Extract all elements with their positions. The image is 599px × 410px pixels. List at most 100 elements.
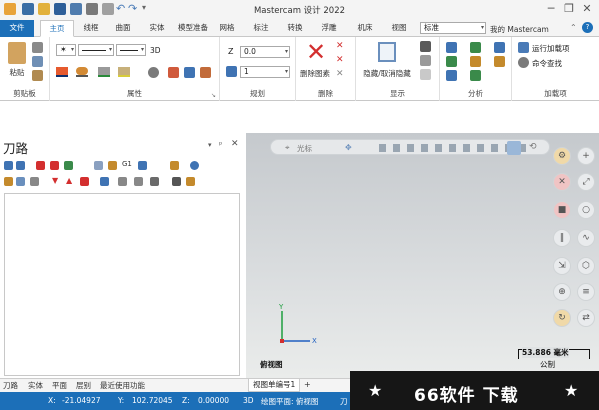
help-icon[interactable]: ? xyxy=(582,22,593,33)
highfeed-icon[interactable] xyxy=(138,161,147,170)
view-spline-icon[interactable]: ∿ xyxy=(577,229,595,247)
analyze-chain-icon[interactable] xyxy=(494,56,505,67)
run-addin-icon[interactable] xyxy=(518,42,529,53)
display-options-icon[interactable] xyxy=(134,177,143,186)
view-plus-icon[interactable]: + xyxy=(577,147,595,165)
view-solid-icon[interactable]: ⬡ xyxy=(577,257,595,275)
tab-toolpaths[interactable]: 刀路 xyxy=(3,380,18,391)
ribbon-collapse-icon[interactable]: ⌃ xyxy=(570,23,577,32)
view-stop-icon[interactable]: ■ xyxy=(553,201,571,219)
mode-3d[interactable]: 3D xyxy=(243,396,254,405)
undelete-icon[interactable]: ✕ xyxy=(336,69,344,79)
panel-menu-icon[interactable]: ▾ xyxy=(208,141,212,149)
add-viewsheet-button[interactable]: + xyxy=(304,380,311,389)
tab-home[interactable]: 主页 xyxy=(40,20,74,37)
level-combo[interactable]: 1 ▾ xyxy=(240,66,290,78)
analyze-angle-icon[interactable] xyxy=(446,56,457,67)
cut-icon[interactable] xyxy=(32,42,43,53)
scroll-to-insert-icon[interactable] xyxy=(100,177,109,186)
tab-surfaces[interactable]: 曲面 xyxy=(110,20,136,37)
tab-solids-panel[interactable]: 实体 xyxy=(28,380,43,391)
clear-selection-icon[interactable]: ⟲ xyxy=(529,142,537,152)
run-addin-button[interactable]: 运行加载项 xyxy=(532,43,570,54)
clear-color-icon[interactable] xyxy=(184,67,195,78)
view-parallel-icon[interactable]: ‖ xyxy=(553,229,571,247)
panel-help-icon[interactable] xyxy=(190,161,199,170)
my-mastercam-link[interactable]: 我的 Mastercam xyxy=(490,24,549,35)
display-toggle-icon[interactable] xyxy=(420,69,431,80)
view-layers-icon[interactable]: ≡ xyxy=(577,283,595,301)
paste-icon[interactable] xyxy=(8,42,26,64)
paste-button-label[interactable]: 粘贴 xyxy=(4,67,30,78)
analyze-volume-icon[interactable] xyxy=(470,70,481,81)
view-refresh-icon[interactable]: ↻ xyxy=(553,309,571,327)
display-selected-icon[interactable] xyxy=(118,177,127,186)
tab-view[interactable]: 视图 xyxy=(386,20,412,37)
set-attributes-icon[interactable] xyxy=(168,67,179,78)
analyze-position-icon[interactable] xyxy=(470,42,481,53)
select-invalid-ops-icon[interactable] xyxy=(16,161,25,170)
line-style-combo[interactable]: ▾ xyxy=(78,44,114,56)
delete-entities-button[interactable]: 删除图素 xyxy=(296,68,334,79)
tab-machine[interactable]: 机床 xyxy=(352,20,378,37)
lock-ops-icon[interactable] xyxy=(4,177,13,186)
attributes-dialog-launcher-icon[interactable]: ↘ xyxy=(211,92,216,99)
view-delete-icon[interactable]: ✕ xyxy=(553,173,571,191)
3d-toggle[interactable]: 3D xyxy=(150,46,161,55)
surface-color-icon[interactable] xyxy=(76,67,88,75)
autocursor-icon[interactable]: ⌖ xyxy=(285,143,290,153)
backplot-icon[interactable] xyxy=(94,161,103,170)
hide-unhide-icon[interactable] xyxy=(378,42,396,62)
z-depth-combo[interactable]: 0.0 ▾ xyxy=(240,46,290,58)
tab-file[interactable]: 文件 xyxy=(0,20,34,37)
toolpath-manager-icon[interactable] xyxy=(170,161,179,170)
select-all-icon[interactable] xyxy=(507,141,521,155)
delete-duplicates-icon[interactable]: ✕ xyxy=(336,41,344,51)
simulate-icon[interactable] xyxy=(64,161,73,170)
hide-unhide-button[interactable]: 隐藏/取消隐藏 xyxy=(358,68,416,79)
paste-special-icon[interactable] xyxy=(32,70,43,81)
unblank-icon[interactable] xyxy=(420,55,431,66)
command-finder-icon[interactable] xyxy=(518,57,529,68)
insert-arrow-icon[interactable] xyxy=(80,177,89,186)
view-trim-icon[interactable]: ⤢ xyxy=(577,173,595,191)
view-dims-icon[interactable]: ⇲ xyxy=(553,257,571,275)
view-analyze-icon[interactable]: ⊕ xyxy=(553,283,571,301)
view-gear-icon[interactable]: ⚙ xyxy=(553,147,571,165)
tab-planes[interactable]: 平面 xyxy=(52,380,67,391)
analyze-contour-icon[interactable] xyxy=(470,56,481,67)
restore-icon[interactable]: ❐ xyxy=(562,2,576,16)
view-circle-icon[interactable]: ○ xyxy=(577,201,595,219)
wireframe-color-icon[interactable] xyxy=(56,67,68,75)
tab-transform[interactable]: 转换 xyxy=(282,20,308,37)
tplane-status[interactable]: 刀 xyxy=(340,396,348,407)
viewsheet-tab-1[interactable]: 视图单编号1 xyxy=(248,379,301,392)
verify-icon[interactable] xyxy=(108,161,117,170)
line-width-combo[interactable]: ▾ xyxy=(116,44,146,56)
view-xform-icon[interactable]: ⇄ xyxy=(577,309,595,327)
toggle-post-icon[interactable] xyxy=(30,177,39,186)
material-icon[interactable] xyxy=(118,67,130,75)
panel-close-icon[interactable]: ✕ xyxy=(231,139,239,149)
expand-collapse-icon[interactable] xyxy=(150,177,159,186)
panel-pin-icon[interactable]: ᵖ xyxy=(219,140,222,149)
delete-entities-icon[interactable]: ✕ xyxy=(306,39,326,65)
post-g1-icon[interactable]: G1 xyxy=(122,160,132,168)
cursor-mode-label[interactable]: 光标 xyxy=(297,143,312,154)
delete-special-icon[interactable]: ✕ xyxy=(336,55,344,65)
close-icon[interactable]: ✕ xyxy=(580,2,594,16)
blank-icon[interactable] xyxy=(420,41,431,52)
check-solid-icon[interactable] xyxy=(446,70,457,81)
tab-model-prep[interactable]: 模型准备 xyxy=(174,20,212,37)
graphics-viewport[interactable]: ⌖ 光标 ✥ ⟲ + ⤢ ○ ∿ ⬡ ≡ ⇄ ⚙ ✕ ■ ‖ ⇲ ⊕ ↻ Y X… xyxy=(246,133,599,378)
set-all-icon[interactable] xyxy=(200,67,211,78)
tab-wireframe[interactable]: 线框 xyxy=(78,20,104,37)
search-combo[interactable]: 标准 ▾ xyxy=(420,22,486,34)
command-finder-button[interactable]: 命令查找 xyxy=(532,58,562,69)
cplane-status[interactable]: 绘图平面: 俯视图 xyxy=(261,396,318,407)
tab-levels[interactable]: 层别 xyxy=(76,380,91,391)
copy-icon[interactable] xyxy=(32,56,43,67)
tab-dimension[interactable]: 标注 xyxy=(248,20,274,37)
stock-model-icon[interactable] xyxy=(172,177,181,186)
tab-solids[interactable]: 实体 xyxy=(144,20,170,37)
